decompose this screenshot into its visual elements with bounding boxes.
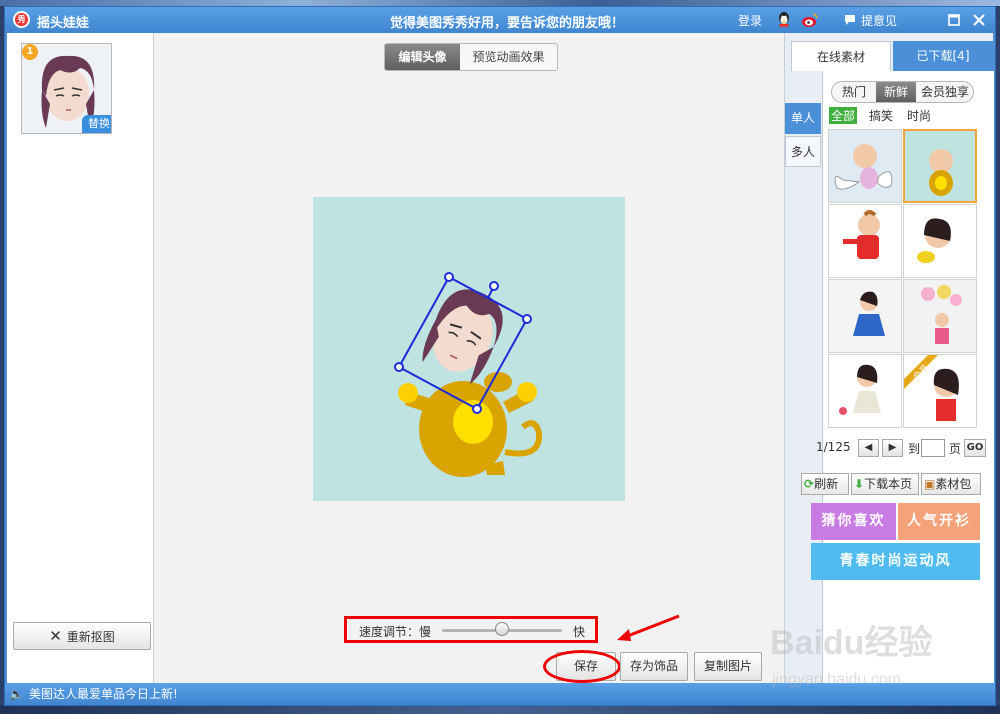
copy-image-button[interactable]: 复制图片 (694, 652, 762, 681)
filter-funny[interactable]: 搞笑 (867, 107, 895, 124)
prev-page-button[interactable]: ◀ (858, 439, 879, 457)
maximize-icon (948, 14, 960, 26)
garden-girl-thumbnail (829, 355, 901, 427)
filter-all[interactable]: 全部 (829, 107, 858, 124)
download-arrow-icon: ⬇ (854, 477, 865, 491)
material-list-body: 热门 新鲜 会员独享 全部 搞笑 时尚 会员 1/125 ◀ ▶ 到 页 GO … (801, 71, 995, 683)
bear-girl-thumbnail (904, 205, 976, 277)
monkey-baby-thumbnail (905, 131, 975, 201)
page-number-input[interactable] (921, 439, 945, 457)
side-tab-multi[interactable]: 多人 (785, 136, 821, 167)
save-button[interactable]: 保存 (556, 652, 616, 681)
close-button[interactable] (969, 10, 989, 30)
package-icon: ▣ (924, 477, 936, 491)
refresh-label: 刷新 (814, 477, 839, 491)
material-item-garden-girl[interactable] (828, 354, 902, 428)
tab-downloaded[interactable]: 已下载[4] (893, 41, 993, 71)
close-icon (973, 14, 985, 26)
speed-slow-label: 速度调节：慢 (359, 625, 432, 639)
tab-preview-animation[interactable]: 预览动画效果 (460, 44, 557, 70)
balloon-girl-thumbnail (904, 280, 976, 352)
left-panel: 1 替换 ✕ 重新抠图 (7, 33, 154, 683)
material-pack-button[interactable]: ▣素材包 (921, 473, 981, 495)
material-item-red-suit-baby[interactable] (828, 204, 902, 278)
tab-online-materials[interactable]: 在线素材 (791, 41, 891, 71)
go-button[interactable]: GO (964, 439, 986, 457)
segment-hot[interactable]: 热门 (832, 82, 876, 102)
side-tab-single[interactable]: 单人 (785, 103, 821, 134)
speed-fast-label: 快 (573, 625, 586, 639)
replace-button[interactable]: 替换 (82, 115, 111, 133)
canvas-illustration (313, 197, 625, 501)
goto-label: 到 (908, 442, 921, 456)
download-page-label: 下载本页 (864, 477, 913, 491)
material-pack-label: 素材包 (935, 477, 972, 491)
pager: 1/125 ◀ ▶ 到 页 GO (816, 437, 995, 459)
close-x-icon: ✕ (49, 627, 62, 645)
segment-new[interactable]: 新鲜 (876, 82, 916, 102)
material-item-blue-dress-girl[interactable] (828, 279, 902, 353)
material-panel: 在线素材 已下载[4] 单人 多人 热门 新鲜 会员独享 全部 搞笑 时尚 会员… (784, 33, 995, 683)
client-area: 1 替换 ✕ 重新抠图 编辑头像 预览动画效果 速度调节：慢 快 保存 存为饰品… (7, 33, 995, 683)
window-title: 摇头娃娃 (37, 16, 90, 31)
page-unit-label: 页 (949, 442, 962, 456)
feedback-link[interactable]: 提意见 (861, 12, 897, 29)
status-text[interactable]: 美图达人最爱单品今日上新! (29, 683, 178, 705)
material-item-balloon-girl[interactable] (903, 279, 977, 353)
app-window: 秀 摇头娃娃 觉得美图秀秀好用，要告诉您的朋友哦！ 登录 提意见 1 替换 ✕ … (4, 6, 996, 706)
material-item-angel-baby[interactable] (828, 129, 902, 203)
recut-label: 重新抠图 (66, 630, 115, 644)
slogan-text: 觉得美图秀秀好用，要告诉您的朋友哦！ (390, 16, 625, 31)
head-thumbnail[interactable]: 1 替换 (21, 43, 112, 134)
material-item-bear-girl[interactable] (903, 204, 977, 278)
angel-baby-thumbnail (829, 130, 901, 202)
material-item-vip-girl[interactable]: 会员 (903, 354, 977, 428)
page-indicator: 1/125 (816, 440, 851, 454)
promo-popular-cardigan[interactable]: 人气开衫 (898, 503, 980, 540)
status-bar: 🔈 美图达人最爱单品今日上新! (5, 683, 995, 705)
promo-guess-you-like[interactable]: 猜你喜欢 (811, 503, 896, 540)
qq-icon[interactable] (777, 11, 791, 28)
category-segments: 热门 新鲜 会员独享 (831, 81, 974, 103)
maximize-button[interactable] (944, 10, 964, 30)
speed-control: 速度调节：慢 快 (344, 616, 598, 643)
filter-row: 全部 搞笑 时尚 (829, 107, 943, 125)
refresh-button[interactable]: ⟳刷新 (801, 473, 849, 495)
chat-bubble-icon (845, 15, 855, 25)
edit-mode-tabs: 编辑头像 预览动画效果 (384, 43, 558, 71)
promo-sport-style[interactable]: 青春时尚运动风 (811, 543, 980, 580)
weibo-icon[interactable] (801, 12, 819, 28)
save-as-accessory-button[interactable]: 存为饰品 (620, 652, 688, 681)
next-page-button[interactable]: ▶ (882, 439, 903, 457)
refresh-icon: ⟳ (804, 477, 815, 491)
blue-dress-girl-thumbnail (829, 280, 901, 352)
login-link[interactable]: 登录 (738, 12, 762, 29)
filter-fashion[interactable]: 时尚 (905, 107, 933, 124)
annotation-arrow (617, 614, 680, 641)
speaker-icon: 🔈 (9, 687, 24, 701)
title-bar[interactable]: 秀 摇头娃娃 觉得美图秀秀好用，要告诉您的朋友哦！ 登录 提意见 (5, 7, 995, 33)
speed-slider-knob[interactable] (495, 622, 509, 636)
desktop-taskbar-strip (0, 706, 1000, 714)
edit-canvas[interactable] (313, 197, 625, 501)
segment-vip[interactable]: 会员独享 (916, 82, 973, 102)
recut-button[interactable]: ✕ 重新抠图 (13, 622, 151, 650)
vip-girl-thumbnail: 会员 (904, 355, 976, 427)
material-item-monkey-baby[interactable] (903, 129, 977, 203)
tab-edit-head[interactable]: 编辑头像 (385, 44, 460, 70)
download-page-button[interactable]: ⬇下载本页 (851, 473, 919, 495)
thumbnail-index-badge: 1 (22, 44, 38, 60)
app-logo-icon: 秀 (13, 11, 30, 28)
red-suit-baby-thumbnail (829, 205, 901, 277)
